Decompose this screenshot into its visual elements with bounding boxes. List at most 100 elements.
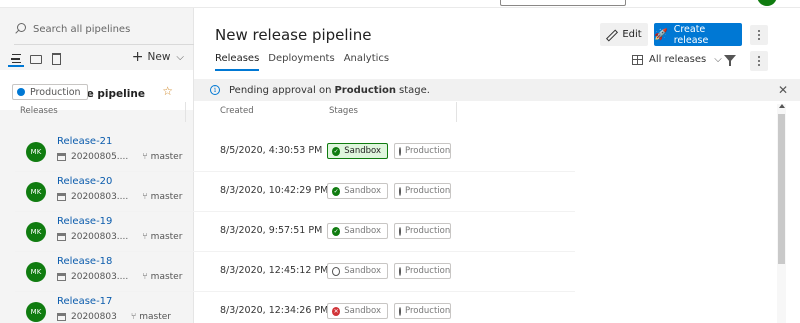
table-row[interactable]: MK Release-18 20200803.... ⑂ master 8/3/2020,…	[15, 252, 575, 292]
stage-chip-production[interactable]: Production	[394, 143, 451, 159]
tab-releases[interactable]: Releases	[215, 53, 260, 71]
branch-name: master	[150, 152, 183, 162]
scrollbar[interactable]	[777, 104, 786, 323]
tab-bar: Releases Deployments Analytics	[215, 53, 389, 71]
filter-icon[interactable]	[724, 55, 736, 67]
banner-suffix: stage.	[399, 84, 430, 96]
release-name-link[interactable]: Release-19	[57, 216, 112, 227]
info-icon: i	[210, 85, 220, 95]
column-header-releases[interactable]: Releases	[20, 106, 58, 116]
release-name-link[interactable]: Release-18	[57, 256, 112, 267]
stage-label: Production	[405, 186, 451, 196]
user-avatar[interactable]	[757, 0, 777, 6]
stage-label: Production	[405, 226, 451, 236]
branch-icon: ⑂	[142, 272, 148, 282]
release-meta: 20200805.... ⑂ master	[57, 152, 182, 162]
table-row[interactable]: MK Release-20 20200803.... ⑂ master 8/3/2020,…	[15, 172, 575, 212]
table-row[interactable]: MK Release-17 20200803 ⑂ master 8/3/2020, 12:…	[15, 292, 575, 323]
stage-label: Production	[405, 146, 451, 156]
stage-label: Production	[405, 266, 451, 276]
stage-chip-production[interactable]: Production	[394, 263, 451, 279]
tab-analytics[interactable]: Analytics	[344, 53, 389, 71]
search-underline	[14, 44, 194, 45]
release-meta: 20200803.... ⑂ master	[57, 272, 182, 282]
top-bar	[0, 0, 800, 8]
build-icon	[57, 193, 66, 201]
search-icon	[14, 22, 28, 36]
build-number: 20200803....	[71, 232, 129, 242]
pending-icon	[399, 306, 401, 316]
release-name-link[interactable]: Release-17	[57, 296, 112, 307]
column-header-created[interactable]: Created	[220, 106, 254, 116]
stage-chip-sandbox[interactable]: ✓ Sandbox	[327, 223, 388, 239]
build-icon	[57, 153, 66, 161]
release-name-link[interactable]: Release-21	[57, 136, 112, 147]
sidebar-toolbar: + New ⌵	[8, 50, 188, 68]
column-header-stages[interactable]: Stages	[329, 106, 358, 116]
stage-label: Production	[405, 306, 451, 316]
stage-chip-production[interactable]: Production	[394, 183, 451, 199]
global-search-input[interactable]	[500, 0, 626, 6]
folder-view-icon[interactable]	[28, 51, 44, 67]
scroll-up-icon[interactable]	[779, 104, 785, 108]
edit-button[interactable]: Edit	[600, 23, 648, 46]
pipeline-stage-label: Production	[30, 86, 81, 98]
build-number: 20200805....	[71, 152, 129, 162]
favorite-star-icon[interactable]: ☆	[162, 84, 173, 98]
chevron-down-icon: ⌵	[176, 51, 184, 63]
table-row[interactable]: MK Release-19 20200803.... ⑂ master 8/3/2020,…	[15, 212, 575, 252]
release-meta: 20200803.... ⑂ master	[57, 192, 182, 202]
list-view-icon[interactable]	[8, 51, 24, 67]
stage-chip-sandbox[interactable]: Sandbox	[327, 263, 388, 279]
stage-label: Sandbox	[344, 226, 381, 236]
avatar: MK	[26, 302, 46, 322]
avatar: MK	[26, 262, 46, 282]
scroll-thumb[interactable]	[778, 114, 785, 264]
branch-icon: ⑂	[142, 152, 148, 162]
created-date: 8/3/2020, 9:57:51 PM	[220, 225, 323, 236]
new-label: New	[147, 51, 171, 63]
column-divider	[456, 102, 457, 122]
banner-prefix: Pending approval on	[229, 84, 332, 96]
created-date: 8/5/2020, 4:30:53 PM	[220, 145, 323, 156]
pending-icon	[399, 186, 401, 196]
build-number: 20200803....	[71, 192, 129, 202]
release-name-link[interactable]: Release-20	[57, 176, 112, 187]
close-icon[interactable]: ✕	[778, 83, 788, 97]
create-release-button[interactable]: 🚀 Create release	[654, 23, 742, 46]
trash-icon[interactable]	[48, 51, 64, 67]
release-meta: 20200803.... ⑂ master	[57, 232, 182, 242]
build-number: 20200803	[71, 312, 117, 322]
branch-name: master	[150, 232, 183, 242]
stage-label: Sandbox	[344, 186, 381, 196]
created-date: 8/3/2020, 12:45:12 PM	[220, 265, 329, 276]
stage-chip-sandbox[interactable]: ✓ Sandbox	[327, 183, 388, 199]
table-row[interactable]: MK Release-21 20200805.... ⑂ master 8/5/2020,…	[15, 132, 575, 172]
more-actions-button[interactable]	[750, 25, 768, 45]
stage-chip-production[interactable]: Production	[394, 223, 451, 239]
branch-icon: ⑂	[142, 192, 148, 202]
table-icon	[632, 54, 643, 65]
build-icon	[57, 233, 66, 241]
check-icon: ✓	[332, 186, 341, 196]
release-view-dropdown[interactable]: All releases ⌵	[632, 54, 722, 65]
new-button[interactable]: + New ⌵	[132, 50, 184, 64]
pending-icon	[399, 146, 401, 156]
more-options-button[interactable]	[750, 51, 768, 71]
search-placeholder[interactable]: Search all pipelines	[33, 24, 130, 35]
stage-chip-sandbox[interactable]: ✕ Sandbox	[327, 303, 388, 319]
pencil-icon	[606, 30, 616, 40]
stage-chip-sandbox[interactable]: ✓ Sandbox	[327, 143, 388, 159]
tab-deployments[interactable]: Deployments	[268, 53, 334, 71]
check-icon: ✓	[332, 146, 341, 156]
branch-icon: ⑂	[130, 312, 137, 322]
pipeline-search[interactable]: Search all pipelines	[14, 20, 194, 45]
avatar: MK	[26, 142, 46, 162]
rocket-icon: 🚀	[654, 28, 668, 41]
stage-status-icon	[17, 88, 25, 96]
edit-label: Edit	[622, 29, 642, 40]
approval-banner: i Pending approval on Production stage. …	[194, 79, 800, 101]
stage-chip-production[interactable]: Production	[394, 303, 451, 319]
pending-icon	[399, 226, 401, 236]
chevron-down-icon: ⌵	[714, 54, 722, 65]
